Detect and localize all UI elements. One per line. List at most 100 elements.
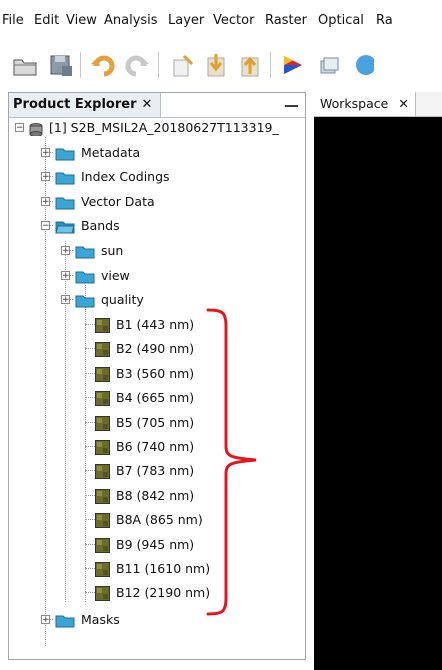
expand-toggle-masks[interactable]: + xyxy=(41,615,50,625)
folder-icon xyxy=(55,172,75,184)
collapse-toggle-product[interactable]: − xyxy=(15,123,24,133)
expand-toggle-quality[interactable]: + xyxy=(61,295,70,305)
tree-node-view[interactable]: view xyxy=(75,266,130,286)
band-label: B5 (705 nm) xyxy=(116,415,195,430)
tab-product-explorer[interactable]: Product Explorer ✕ xyxy=(9,93,162,117)
close-icon[interactable]: ✕ xyxy=(141,97,152,112)
node-label: Vector Data xyxy=(81,194,155,209)
band-label: B3 (560 nm) xyxy=(116,366,195,381)
undo-icon[interactable] xyxy=(90,52,116,78)
layer-icon[interactable] xyxy=(316,52,342,78)
node-label: quality xyxy=(101,292,144,307)
open-product-icon[interactable] xyxy=(12,52,38,78)
tree-node-metadata[interactable]: Metadata xyxy=(55,143,140,163)
band-item[interactable]: B8A (865 nm) xyxy=(95,510,203,530)
band-icon xyxy=(95,391,110,406)
workspace-panel: Workspace ✕ xyxy=(314,92,442,670)
menu-file[interactable]: File xyxy=(2,13,24,28)
collapse-toggle-bands[interactable]: − xyxy=(41,221,50,231)
tree-node-quality[interactable]: quality xyxy=(75,290,144,310)
expand-toggle-sun[interactable]: + xyxy=(61,246,70,256)
export-icon[interactable] xyxy=(238,52,264,78)
rgb-image-icon[interactable] xyxy=(280,52,306,78)
workspace-title: Workspace xyxy=(320,96,389,111)
product-explorer-header: Product Explorer ✕ — xyxy=(9,93,305,118)
band-label: B1 (443 nm) xyxy=(116,317,195,332)
band-item[interactable]: B7 (783 nm) xyxy=(95,461,194,481)
expand-toggle-index-codings[interactable]: + xyxy=(41,172,50,182)
band-label: B8 (842 nm) xyxy=(116,488,195,503)
expand-toggle-vector-data[interactable]: + xyxy=(41,197,50,207)
menu-vector[interactable]: Vector xyxy=(213,13,254,28)
menu-ra[interactable]: Ra xyxy=(376,13,393,28)
save-product-icon[interactable] xyxy=(48,52,74,78)
band-item[interactable]: B1 (443 nm) xyxy=(95,315,194,335)
folder-icon xyxy=(75,271,95,283)
product-label: [1] S2B_MSIL2A_20180627T113319_ xyxy=(49,120,279,135)
folder-icon xyxy=(75,246,95,258)
menu-view[interactable]: View xyxy=(66,13,97,28)
band-item[interactable]: B6 (740 nm) xyxy=(95,437,194,457)
toolbar xyxy=(0,42,442,86)
band-item[interactable]: B11 (1610 nm) xyxy=(95,559,210,579)
product-icon xyxy=(29,122,43,136)
band-item[interactable]: B8 (842 nm) xyxy=(95,486,194,506)
band-item[interactable]: B12 (2190 nm) xyxy=(95,583,210,603)
menu-layer[interactable]: Layer xyxy=(168,13,204,28)
world-view-icon[interactable] xyxy=(348,52,376,78)
minimize-icon[interactable]: — xyxy=(284,96,299,114)
band-label: B8A (865 nm) xyxy=(116,512,203,527)
menu-optical[interactable]: Optical xyxy=(318,13,364,28)
expand-toggle-metadata[interactable]: + xyxy=(41,148,50,158)
tree-node-bands[interactable]: Bands xyxy=(55,216,120,236)
band-icon xyxy=(95,367,110,382)
band-item[interactable]: B9 (945 nm) xyxy=(95,535,194,555)
band-maths-icon[interactable] xyxy=(170,52,196,78)
tree-node-masks[interactable]: Masks xyxy=(55,610,120,630)
menu-analysis[interactable]: Analysis xyxy=(104,13,158,28)
folder-icon xyxy=(55,615,75,627)
folder-icon xyxy=(75,295,95,307)
import-vector-icon[interactable] xyxy=(204,52,230,78)
redo-icon[interactable] xyxy=(124,52,150,78)
band-label: B4 (665 nm) xyxy=(116,390,195,405)
band-label: B7 (783 nm) xyxy=(116,463,195,478)
band-icon xyxy=(95,342,110,357)
tree-node-sun[interactable]: sun xyxy=(75,241,123,261)
node-label: Index Codings xyxy=(81,169,170,184)
folder-icon xyxy=(55,148,75,160)
annotation-bracket xyxy=(206,308,257,616)
band-icon xyxy=(95,464,110,479)
band-item[interactable]: B5 (705 nm) xyxy=(95,413,194,433)
band-icon xyxy=(95,586,110,601)
tab-workspace[interactable]: Workspace ✕ xyxy=(314,92,416,116)
band-label: B11 (1610 nm) xyxy=(116,561,211,576)
band-icon xyxy=(95,562,110,577)
node-label: view xyxy=(101,268,130,283)
band-icon xyxy=(95,318,110,333)
node-label: Bands xyxy=(81,218,120,233)
band-icon xyxy=(95,513,110,528)
workspace-header: Workspace ✕ xyxy=(314,92,442,117)
close-icon[interactable]: ✕ xyxy=(398,96,408,111)
menu-raster[interactable]: Raster xyxy=(265,13,307,28)
expand-toggle-view[interactable]: + xyxy=(61,271,70,281)
band-icon xyxy=(95,538,110,553)
menu-edit[interactable]: Edit xyxy=(34,13,59,28)
product-explorer-title: Product Explorer xyxy=(13,97,137,112)
tree-node-product[interactable]: [1] S2B_MSIL2A_20180627T113319_ xyxy=(29,118,279,138)
node-label: Metadata xyxy=(81,145,141,160)
tree-node-index-codings[interactable]: Index Codings xyxy=(55,167,170,187)
band-item[interactable]: B2 (490 nm) xyxy=(95,339,194,359)
folder-open-icon xyxy=(55,221,75,233)
band-item[interactable]: B3 (560 nm) xyxy=(95,364,194,384)
band-label: B9 (945 nm) xyxy=(116,537,195,552)
tree-node-vector-data[interactable]: Vector Data xyxy=(55,192,155,212)
band-label: B2 (490 nm) xyxy=(116,341,195,356)
node-label: Masks xyxy=(81,612,120,627)
band-label: B6 (740 nm) xyxy=(116,439,195,454)
menu-bar: File Edit View Analysis Layer Vector Ras… xyxy=(0,0,442,42)
band-icon xyxy=(95,440,110,455)
folder-icon xyxy=(55,197,75,209)
band-item[interactable]: B4 (665 nm) xyxy=(95,388,194,408)
